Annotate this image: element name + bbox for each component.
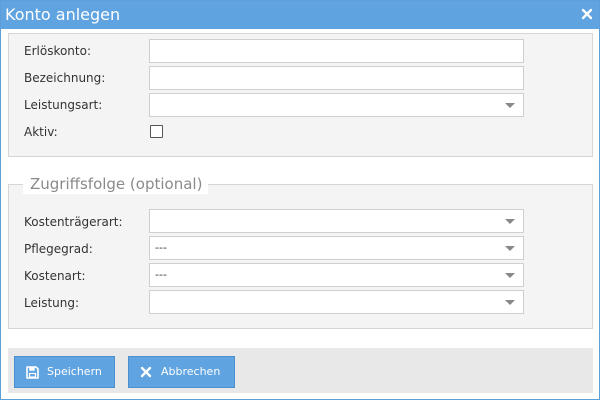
konto-anlegen-dialog: Konto anlegen Erlöskonto: Bezeichnung: L… bbox=[0, 0, 600, 400]
kostentraegerart-label: Kostenträgerart: bbox=[24, 215, 123, 229]
dialog-titlebar: Konto anlegen bbox=[1, 1, 599, 29]
leistungsart-select[interactable] bbox=[149, 93, 524, 117]
cancel-button[interactable]: Abbrechen bbox=[128, 356, 235, 388]
chevron-down-icon bbox=[505, 300, 515, 305]
pflegegrad-label: Pflegegrad: bbox=[24, 242, 93, 256]
erloeskonto-label: Erlöskonto: bbox=[24, 44, 92, 58]
zugriffsfolge-legend: Zugriffsfolge (optional) bbox=[23, 174, 209, 194]
save-button-label: Speichern bbox=[47, 365, 102, 378]
chevron-down-icon bbox=[505, 273, 515, 278]
kostentraegerart-select[interactable] bbox=[149, 209, 524, 233]
bezeichnung-input[interactable] bbox=[149, 66, 524, 90]
save-button[interactable]: Speichern bbox=[14, 356, 115, 388]
leistung-select[interactable] bbox=[149, 290, 524, 314]
kostenart-label: Kostenart: bbox=[24, 269, 86, 283]
chevron-down-icon bbox=[505, 103, 515, 108]
chevron-down-icon bbox=[505, 219, 515, 224]
close-icon[interactable] bbox=[579, 6, 595, 22]
leistungsart-label: Leistungsart: bbox=[24, 98, 103, 112]
save-icon bbox=[25, 365, 39, 379]
aktiv-checkbox[interactable] bbox=[150, 125, 163, 138]
dialog-title: Konto anlegen bbox=[5, 5, 121, 24]
aktiv-label: Aktiv: bbox=[24, 125, 58, 139]
pflegegrad-select[interactable]: --- bbox=[149, 236, 524, 260]
chevron-down-icon bbox=[505, 246, 515, 251]
pflegegrad-value: --- bbox=[155, 241, 167, 254]
kostenart-value: --- bbox=[155, 268, 167, 281]
leistung-label: Leistung: bbox=[24, 296, 80, 310]
close-icon bbox=[139, 365, 153, 379]
erloeskonto-input[interactable] bbox=[149, 39, 524, 63]
kostenart-select[interactable]: --- bbox=[149, 263, 524, 287]
cancel-button-label: Abbrechen bbox=[161, 365, 221, 378]
bezeichnung-label: Bezeichnung: bbox=[24, 71, 106, 85]
